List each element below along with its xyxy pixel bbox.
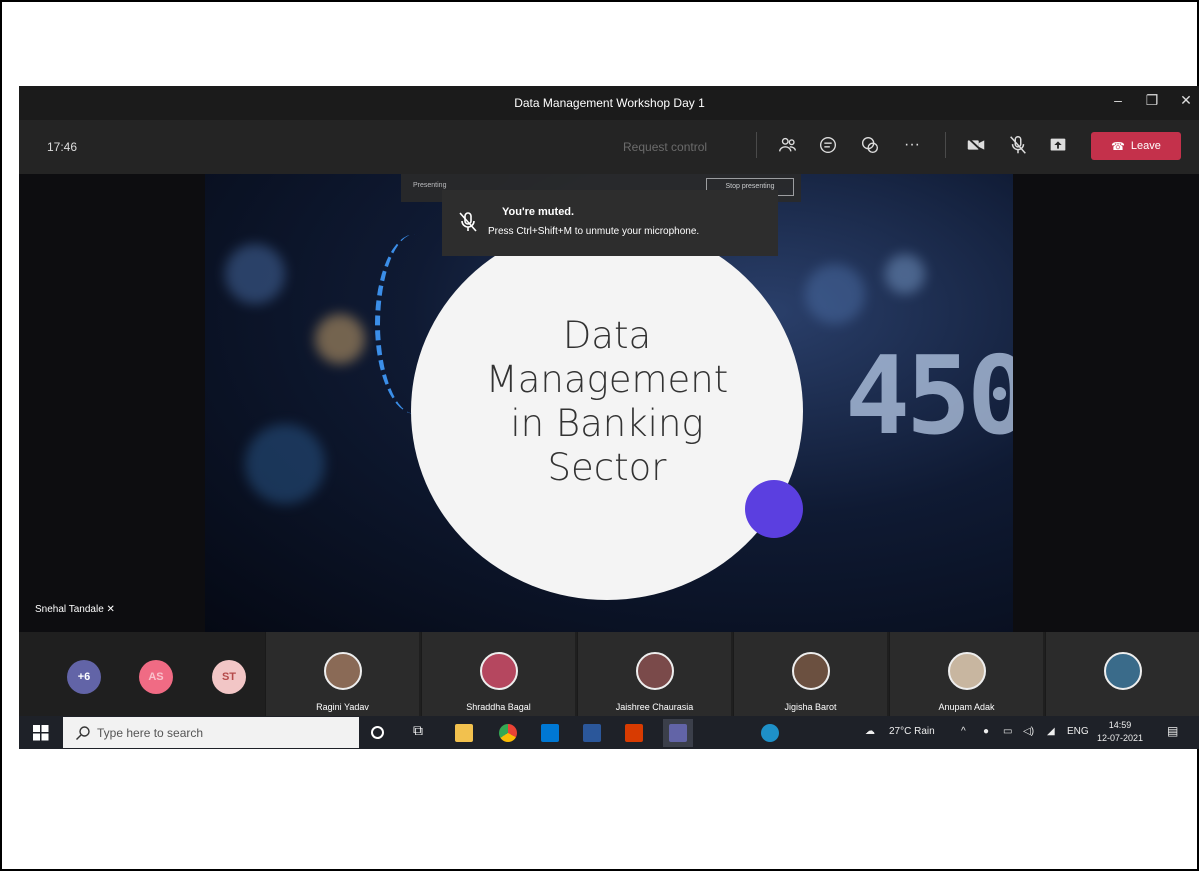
participant-name: Jigisha Barot <box>784 702 837 712</box>
muted-notification: You're muted. Press Ctrl+Shift+M to unmu… <box>442 190 778 256</box>
clock-date: 12-07-2021 <box>1097 733 1144 743</box>
muted-message: Press Ctrl+Shift+M to unmute your microp… <box>488 226 700 237</box>
leave-button[interactable]: ☎ Leave <box>1091 132 1181 160</box>
bokeh-light <box>885 254 925 294</box>
participant-name: Jaishree Chaurasia <box>615 702 694 712</box>
participant-name: Anupam Adak <box>938 702 995 712</box>
bokeh-light <box>315 314 365 364</box>
participant-photo <box>324 652 362 690</box>
participant-tile[interactable]: Jaishree Chaurasia <box>577 632 731 716</box>
participant-name: Shraddha Bagal <box>466 702 531 712</box>
meeting-toolbar: 17:46 Request control ··· ☎ Leave <box>19 120 1199 174</box>
toolbar-divider <box>756 132 757 158</box>
speaker-label: Snehal Tandale ✕ <box>35 604 115 615</box>
participant-photo <box>792 652 830 690</box>
participant-avatar[interactable]: ST <box>212 660 246 694</box>
bokeh-light <box>805 264 865 324</box>
file-explorer-icon[interactable] <box>455 724 473 742</box>
title-bar: Data Management Workshop Day 1 – ❐ ✕ <box>19 86 1199 120</box>
muted-title: You're muted. <box>502 206 575 218</box>
background-digits: 450 <box>845 334 1013 459</box>
participant-tile[interactable]: Ragini Yadav <box>265 632 419 716</box>
office-icon[interactable] <box>625 724 643 742</box>
participants-icon[interactable] <box>777 134 799 156</box>
windows-taskbar: Type here to search ⧉ ☁ 27°C Rain ^ ● ▭ … <box>19 716 1199 749</box>
slide-title-line: Sector <box>547 446 667 489</box>
bokeh-light <box>225 244 285 304</box>
chrome-icon[interactable] <box>499 724 517 742</box>
participant-avatar[interactable]: AS <box>139 660 173 694</box>
camera-off-icon[interactable] <box>965 134 987 156</box>
weather-label[interactable]: 27°C Rain <box>889 726 935 737</box>
task-view-icon[interactable]: ⧉ <box>413 722 431 740</box>
mic-muted-icon: ✕ <box>106 604 115 615</box>
bokeh-light <box>245 424 325 504</box>
participant-strip: +6 AS ST Ragini Yadav Shraddha Bagal Jai… <box>19 632 1199 716</box>
share-screen-icon[interactable] <box>1047 134 1069 156</box>
clock-time: 14:59 <box>1108 720 1132 730</box>
taskbar-search-input[interactable]: Type here to search <box>63 717 359 748</box>
shared-content-stage: 450 Data Management in Banking Sector Pr… <box>19 174 1199 632</box>
close-icon[interactable]: ✕ <box>1178 92 1194 109</box>
request-control-button[interactable]: Request control <box>623 140 707 154</box>
word-icon[interactable] <box>583 724 601 742</box>
notifications-icon[interactable]: ▤ <box>1167 724 1178 738</box>
toolbar-divider <box>945 132 946 158</box>
teams-meeting-window: Data Management Workshop Day 1 – ❐ ✕ 17:… <box>19 86 1199 749</box>
network-icon[interactable]: ◢ <box>1047 726 1055 737</box>
phone-hangup-icon: ☎ <box>1111 140 1125 153</box>
battery-icon[interactable]: ▭ <box>1003 726 1012 737</box>
participant-tile[interactable]: Anupam Adak <box>889 632 1043 716</box>
search-placeholder: Type here to search <box>97 726 204 740</box>
chat-icon[interactable] <box>817 134 839 156</box>
slide-title-line: Data <box>562 314 652 357</box>
window-title: Data Management Workshop Day 1 <box>514 96 705 110</box>
language-indicator[interactable]: ENG <box>1067 726 1089 737</box>
leave-label: Leave <box>1130 140 1161 152</box>
speaker-name: Snehal Tandale <box>35 604 104 615</box>
meeting-timer: 17:46 <box>47 140 78 154</box>
participant-name: Ragini Yadav <box>316 702 369 712</box>
volume-icon[interactable]: ◁) <box>1023 726 1034 737</box>
windows-start-icon[interactable] <box>33 725 49 741</box>
mail-icon[interactable] <box>541 724 559 742</box>
maximize-icon[interactable]: ❐ <box>1144 92 1160 109</box>
microphone-icon[interactable]: ● <box>983 726 989 737</box>
slide-title: Data Management in Banking Sector <box>411 314 803 490</box>
help-icon[interactable] <box>761 724 779 742</box>
chevron-up-icon[interactable]: ^ <box>961 726 966 737</box>
participant-photo <box>1104 652 1142 690</box>
search-icon <box>75 725 91 741</box>
minimize-icon[interactable]: – <box>1110 92 1126 109</box>
microphone-muted-icon[interactable] <box>1007 134 1029 156</box>
more-options-icon[interactable]: ··· <box>901 134 923 156</box>
slide-title-line: in Banking <box>510 402 704 445</box>
taskbar-clock[interactable]: 14:59 12-07-2021 <box>1097 719 1143 745</box>
participant-tile[interactable]: Shraddha Bagal <box>421 632 575 716</box>
participant-photo <box>480 652 518 690</box>
participant-photo <box>636 652 674 690</box>
teams-icon <box>669 724 687 742</box>
purple-accent-dot <box>745 480 803 538</box>
reactions-icon[interactable] <box>859 134 881 156</box>
participant-tile[interactable]: Jigisha Barot <box>733 632 887 716</box>
participant-tile[interactable] <box>1045 632 1199 716</box>
presenting-label: Presenting <box>413 182 447 189</box>
microphone-muted-icon <box>456 210 480 234</box>
slide-title-line: Management <box>485 358 729 401</box>
weather-icon[interactable]: ☁ <box>865 726 875 737</box>
participant-photo <box>948 652 986 690</box>
window-controls: – ❐ ✕ <box>1110 92 1194 109</box>
cortana-icon[interactable] <box>371 726 384 739</box>
overflow-participants-button[interactable]: +6 <box>67 660 101 694</box>
